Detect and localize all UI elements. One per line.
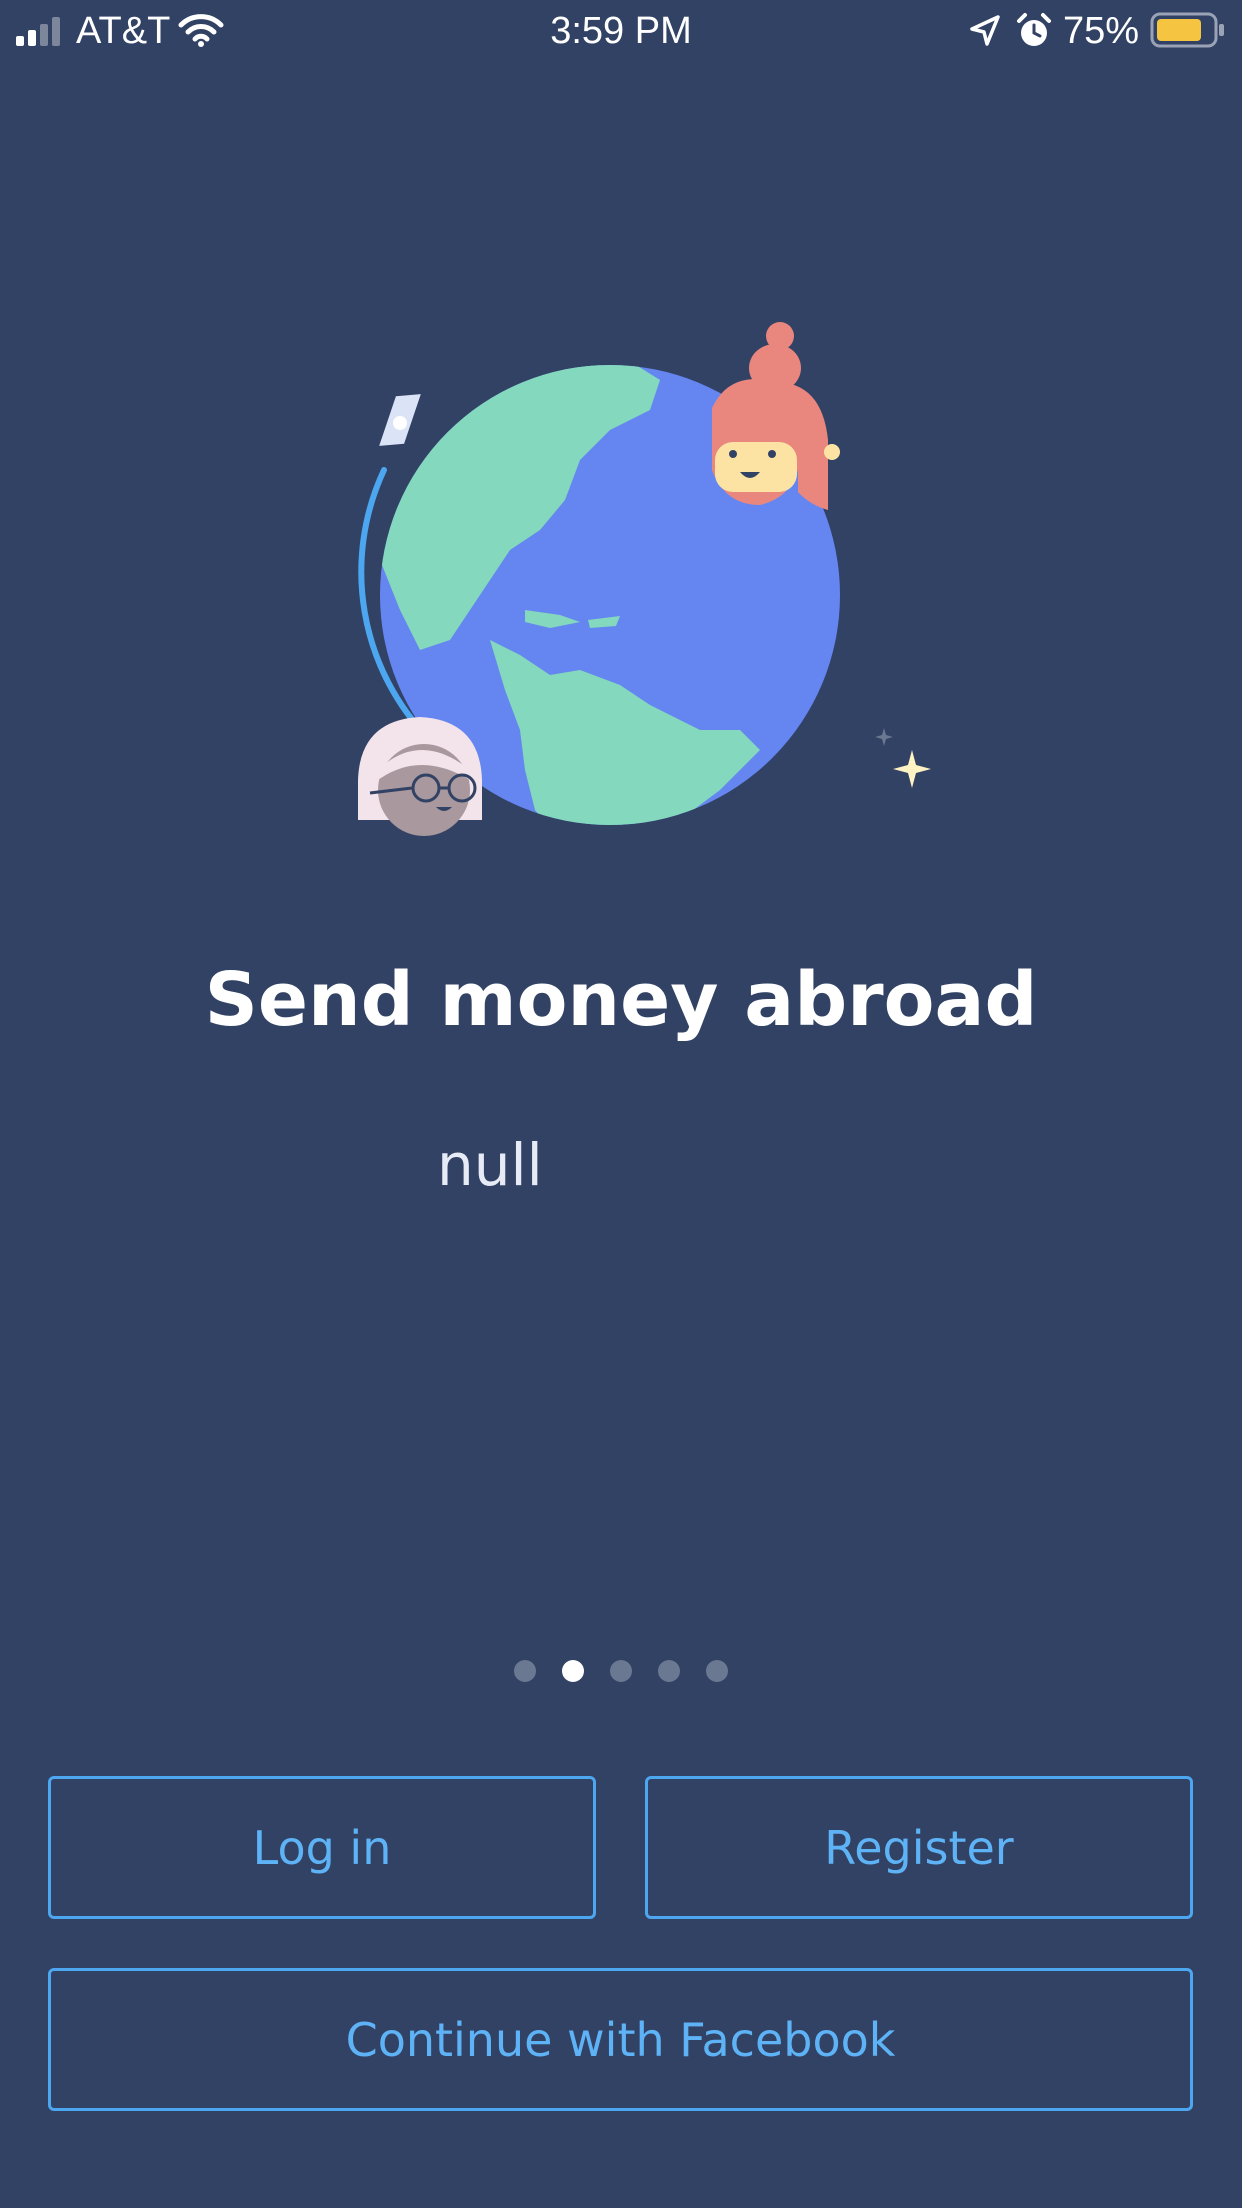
satellite-icon (379, 394, 421, 446)
battery-percentage: 75% (1062, 10, 1139, 52)
status-bar: AT&T 3:59 PM 75% (0, 0, 1242, 62)
login-button[interactable]: Log in (48, 1776, 596, 1919)
location-icon (970, 15, 1000, 46)
sparkle-icon (875, 728, 931, 788)
register-button-label: Register (824, 1820, 1014, 1875)
page-dot-4[interactable] (658, 1660, 680, 1682)
page-dot-3[interactable] (610, 1660, 632, 1682)
alarm-icon (1017, 13, 1051, 46)
globe-with-people-illustration (358, 322, 931, 836)
battery-icon (1150, 12, 1224, 48)
register-button[interactable]: Register (645, 1776, 1193, 1919)
login-button-label: Log in (252, 1820, 392, 1875)
page-title: Send money abroad (204, 957, 1038, 1043)
person-with-glasses-avatar (358, 717, 482, 836)
onboarding-screen: AT&T 3:59 PM 75% Send money abroad null … (0, 0, 1242, 2208)
continue-with-facebook-button[interactable]: Continue with Facebook (48, 1968, 1193, 2111)
facebook-button-label: Continue with Facebook (345, 2012, 896, 2067)
status-time: 3:59 PM (550, 10, 692, 52)
page-dot-1[interactable] (514, 1660, 536, 1682)
page-indicator[interactable] (0, 1660, 1242, 1684)
page-dot-5[interactable] (706, 1660, 728, 1682)
person-red-hair-avatar (712, 322, 840, 510)
page-dot-2-active[interactable] (562, 1660, 584, 1682)
page-subtitle: null (437, 1131, 543, 1199)
